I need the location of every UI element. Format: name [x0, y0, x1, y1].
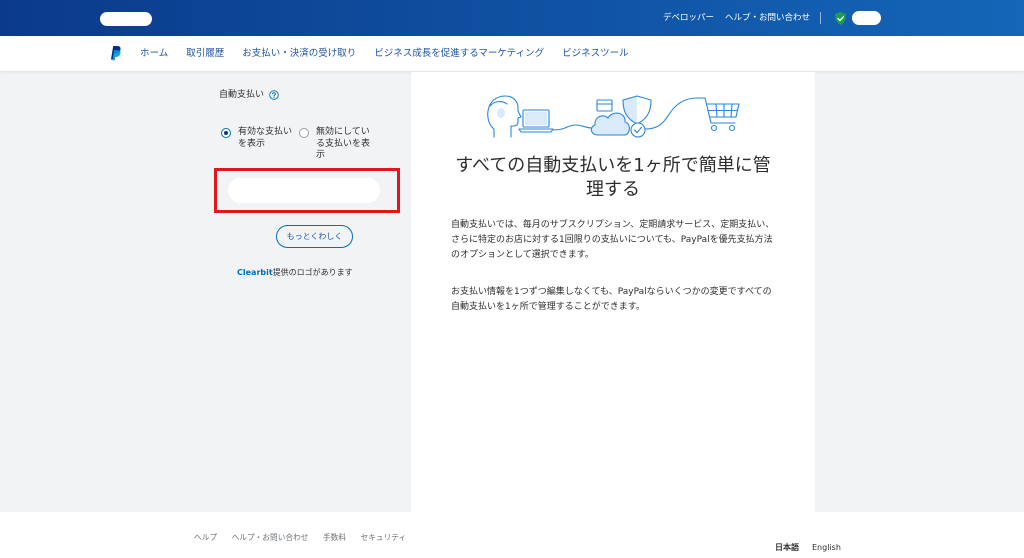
- filter-option-inactive[interactable]: 無効にしている支払いを表示: [299, 127, 374, 165]
- radio-button-inactive[interactable]: [299, 128, 309, 138]
- autopay-title: 自動支払い: [219, 90, 265, 100]
- nav-item-marketing[interactable]: ビジネス成長を促進するマーケティング: [374, 36, 544, 71]
- nav-item-payments[interactable]: お支払い・決済の受け取り: [242, 36, 356, 71]
- language-switcher: 日本語 English: [775, 542, 841, 554]
- learn-more-button[interactable]: もっとくわしく: [276, 225, 353, 248]
- footer-link-help[interactable]: ヘルプ: [194, 532, 217, 544]
- shield-check-icon[interactable]: [833, 11, 848, 26]
- connector-line: [552, 124, 593, 131]
- filter-label-inactive: 無効にしている支払いを表示: [316, 127, 371, 160]
- clearbit-note: 提供のロゴがあります: [272, 268, 353, 277]
- clearbit-link[interactable]: Clearbit: [237, 268, 273, 277]
- footer: ヘルプ ヘルプ・お問い合わせ 手数料 セキュリティ 日本語 English: [0, 512, 1024, 558]
- person-icon: [487, 95, 522, 138]
- top-header: デベロッパー ヘルプ・お問い合わせ: [0, 0, 1024, 36]
- autopay-illustration: [487, 95, 740, 138]
- card-icon: [596, 99, 613, 112]
- clearbit-attribution: Clearbit提供のロゴがあります: [237, 267, 353, 279]
- shopping-cart-icon: [696, 97, 740, 132]
- footer-link-security[interactable]: セキュリティ: [361, 532, 407, 544]
- section-heading: すべての自動支払いを1ヶ所で簡単に管理する: [455, 155, 771, 200]
- business-name-pill[interactable]: [100, 12, 152, 26]
- nav-item-home[interactable]: ホーム: [140, 36, 168, 71]
- connector-line: [644, 97, 698, 130]
- content-panel: すべての自動支払いを1ヶ所で簡単に管理する 自動支払いでは、毎月のサブスクリプシ…: [411, 72, 815, 512]
- header-divider: [820, 12, 821, 24]
- footer-link-contact[interactable]: ヘルプ・お問い合わせ: [232, 532, 309, 544]
- nav-menu: ホーム 取引履歴 お支払い・決済の受け取り ビジネス成長を促進するマーケティング…: [140, 36, 629, 71]
- filter-option-active[interactable]: 有効な支払いを表示: [221, 127, 296, 165]
- laptop-icon: [518, 109, 554, 133]
- description-paragraph: お支払い情報を1つずつ編集しなくても、PayPalならいくつかの変更ですべての自…: [451, 287, 772, 312]
- radio-button-active[interactable]: [221, 128, 231, 138]
- filter-label-active: 有効な支払いを表示: [238, 127, 293, 149]
- main-nav: ホーム 取引履歴 お支払い・決済の受け取り ビジネス成長を促進するマーケティング…: [0, 36, 1024, 72]
- description-paragraph: 自動支払いでは、毎月のサブスクリプション、定期請求サービス、定期支払い、さらに特…: [451, 220, 775, 260]
- nav-item-activity[interactable]: 取引履歴: [186, 36, 224, 71]
- question-circle-icon[interactable]: [269, 90, 279, 100]
- shield-icon: [622, 95, 652, 125]
- footer-link-fees[interactable]: 手数料: [323, 532, 346, 544]
- language-japanese[interactable]: 日本語: [775, 542, 799, 554]
- developer-link[interactable]: デベロッパー: [663, 0, 714, 36]
- check-circle-icon: [630, 122, 646, 138]
- cloud-icon: [590, 112, 630, 136]
- help-contact-link[interactable]: ヘルプ・お問い合わせ: [725, 0, 810, 36]
- paypal-logo-icon[interactable]: [108, 45, 121, 61]
- sidebar: 自動支払い 有効な支払いを表示 無効にしている支払いを表示 もっとくわしく Cl…: [0, 72, 411, 512]
- language-english[interactable]: English: [812, 542, 841, 554]
- footer-links: ヘルプ ヘルプ・お問い合わせ 手数料 セキュリティ: [194, 532, 406, 544]
- merchant-pill[interactable]: [228, 178, 380, 203]
- account-menu-pill[interactable]: [852, 11, 881, 25]
- nav-item-business-tools[interactable]: ビジネスツール: [562, 36, 629, 71]
